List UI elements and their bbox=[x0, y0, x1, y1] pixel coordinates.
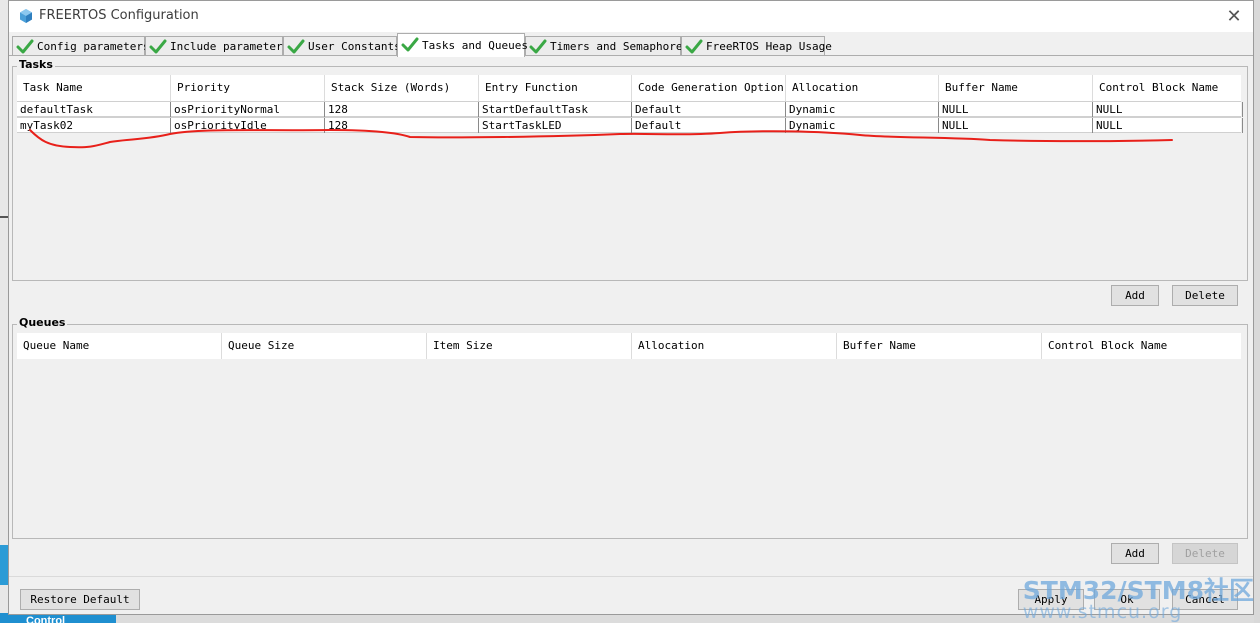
check-icon bbox=[287, 39, 305, 54]
close-icon: ✕ bbox=[1226, 6, 1242, 26]
column-header-control-block-name[interactable]: Control Block Name bbox=[1093, 75, 1243, 101]
tasks-group-label: Tasks bbox=[17, 58, 55, 71]
check-icon bbox=[529, 39, 547, 54]
table-row[interactable]: myTask02 osPriorityIdle 128 StartTaskLED… bbox=[17, 117, 1243, 133]
close-button[interactable]: ✕ bbox=[1223, 5, 1245, 27]
background-window-edge bbox=[0, 0, 8, 623]
tab-tasks-and-queues[interactable]: Tasks and Queues bbox=[397, 33, 528, 57]
column-header-allocation[interactable]: Allocation bbox=[632, 333, 837, 359]
tasks-group: Tasks Task Name Priority Stack Size (Wor… bbox=[12, 58, 1248, 281]
tab-config-parameters[interactable]: Config parameters bbox=[12, 36, 150, 56]
tasks-table-header: Task Name Priority Stack Size (Words) En… bbox=[17, 75, 1241, 101]
cell-stack-size[interactable]: 128 bbox=[325, 102, 479, 117]
cell-buffer-name[interactable]: NULL bbox=[939, 118, 1093, 133]
cell-code-generation-option[interactable]: Default bbox=[632, 118, 786, 133]
cell-allocation[interactable]: Dynamic bbox=[786, 118, 939, 133]
column-header-priority[interactable]: Priority bbox=[171, 75, 325, 101]
tab-freertos-heap-usage[interactable]: FreeRTOS Heap Usage bbox=[681, 36, 832, 56]
tasks-table[interactable]: Task Name Priority Stack Size (Words) En… bbox=[17, 75, 1243, 278]
delete-queue-button[interactable]: Delete bbox=[1172, 543, 1238, 564]
column-header-control-block-name[interactable]: Control Block Name bbox=[1042, 333, 1243, 359]
check-icon bbox=[401, 37, 419, 52]
column-header-task-name[interactable]: Task Name bbox=[17, 75, 171, 101]
check-icon bbox=[149, 39, 167, 54]
queues-table-header: Queue Name Queue Size Item Size Allocati… bbox=[17, 333, 1241, 359]
cancel-button[interactable]: Cancel bbox=[1172, 589, 1238, 610]
tab-bar: Config parameters Include parameters Use… bbox=[9, 32, 1253, 57]
window-title: FREERTOS Configuration bbox=[39, 8, 199, 23]
column-header-queue-name[interactable]: Queue Name bbox=[17, 333, 222, 359]
column-header-entry-function[interactable]: Entry Function bbox=[479, 75, 632, 101]
cell-control-block-name[interactable]: NULL bbox=[1093, 102, 1243, 117]
queues-table[interactable]: Queue Name Queue Size Item Size Allocati… bbox=[17, 333, 1243, 536]
column-header-queue-size[interactable]: Queue Size bbox=[222, 333, 427, 359]
restore-default-button[interactable]: Restore Default bbox=[20, 589, 140, 610]
delete-task-button[interactable]: Delete bbox=[1172, 285, 1238, 306]
tab-timers-and-semaphores[interactable]: Timers and Semaphores bbox=[525, 36, 689, 56]
queues-group-label: Queues bbox=[17, 316, 68, 329]
background-control-label: Control bbox=[26, 615, 66, 623]
queues-group: Queues Queue Name Queue Size Item Size A… bbox=[12, 316, 1248, 539]
background-divider bbox=[0, 216, 8, 218]
column-header-stack-size[interactable]: Stack Size (Words) bbox=[325, 75, 479, 101]
tab-label: Include parameters bbox=[170, 40, 290, 53]
apply-button[interactable]: Apply bbox=[1018, 589, 1084, 610]
cell-entry-function[interactable]: StartTaskLED bbox=[479, 118, 632, 133]
cube-icon bbox=[20, 9, 32, 23]
tab-user-constants[interactable]: User Constants bbox=[283, 36, 401, 56]
cell-priority[interactable]: osPriorityIdle bbox=[171, 118, 325, 133]
background-right-edge bbox=[1254, 0, 1260, 623]
cell-control-block-name[interactable]: NULL bbox=[1093, 118, 1243, 133]
column-header-buffer-name[interactable]: Buffer Name bbox=[837, 333, 1042, 359]
tab-label: Timers and Semaphores bbox=[550, 40, 690, 53]
footer-divider bbox=[9, 576, 1253, 577]
column-header-code-generation-option[interactable]: Code Generation Option bbox=[632, 75, 786, 101]
tab-label: User Constants bbox=[308, 40, 401, 53]
add-queue-button[interactable]: Add bbox=[1111, 543, 1159, 564]
column-header-item-size[interactable]: Item Size bbox=[427, 333, 632, 359]
column-header-buffer-name[interactable]: Buffer Name bbox=[939, 75, 1093, 101]
ok-button[interactable]: Ok bbox=[1094, 589, 1160, 610]
tab-divider bbox=[9, 55, 1253, 56]
check-icon bbox=[685, 39, 703, 54]
tab-include-parameters[interactable]: Include parameters bbox=[145, 36, 289, 56]
freertos-configuration-dialog: FREERTOS Configuration ✕ Config paramete… bbox=[8, 0, 1254, 615]
cell-allocation[interactable]: Dynamic bbox=[786, 102, 939, 117]
cell-entry-function[interactable]: StartDefaultTask bbox=[479, 102, 632, 117]
cell-task-name[interactable]: defaultTask bbox=[17, 102, 171, 117]
tab-label: Config parameters bbox=[37, 40, 150, 53]
add-task-button[interactable]: Add bbox=[1111, 285, 1159, 306]
tab-label: Tasks and Queues bbox=[422, 39, 528, 52]
cell-priority[interactable]: osPriorityNormal bbox=[171, 102, 325, 117]
column-header-allocation[interactable]: Allocation bbox=[786, 75, 939, 101]
cell-code-generation-option[interactable]: Default bbox=[632, 102, 786, 117]
check-icon bbox=[16, 39, 34, 54]
cell-stack-size[interactable]: 128 bbox=[325, 118, 479, 133]
table-row[interactable]: defaultTask osPriorityNormal 128 StartDe… bbox=[17, 101, 1243, 117]
cell-task-name[interactable]: myTask02 bbox=[17, 118, 171, 133]
tab-label: FreeRTOS Heap Usage bbox=[706, 40, 832, 53]
title-bar[interactable]: FREERTOS Configuration ✕ bbox=[9, 1, 1253, 32]
cell-buffer-name[interactable]: NULL bbox=[939, 102, 1093, 117]
